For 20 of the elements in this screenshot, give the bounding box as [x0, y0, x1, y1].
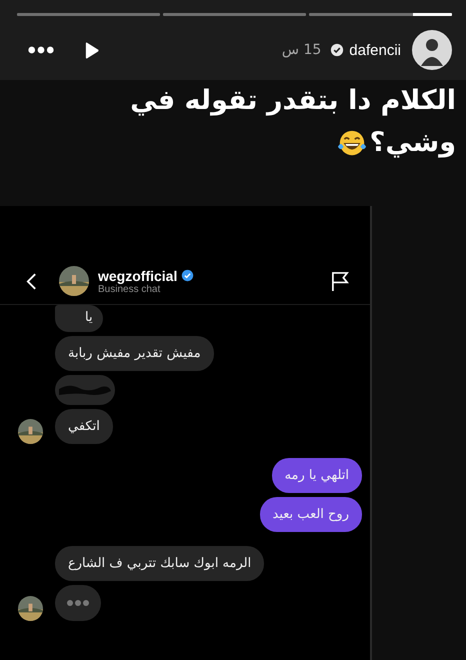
message-bubble: روح العب بعيد	[260, 497, 362, 532]
laughing-face-icon	[336, 128, 367, 158]
message-bubble: اتلهي يا رمه	[272, 458, 362, 493]
message-bubble: الرمه ابوك سابك تتربي ف الشارع	[55, 546, 264, 581]
message-bubble: يا	[55, 305, 103, 332]
message-bubble: مفيش تقدير مفيش ربابة	[55, 336, 214, 371]
scribble-bubble-drawing	[55, 375, 115, 405]
contact-subtitle: Business chat	[98, 284, 160, 294]
typing-indicator-icon	[55, 585, 101, 621]
back-icon	[26, 272, 37, 290]
more-icon[interactable]	[28, 46, 54, 54]
avatar-icon[interactable]	[412, 30, 452, 70]
flag-icon	[331, 270, 350, 292]
post-time: 15 س	[282, 42, 322, 58]
story-caption: الكلام دا بتقدر تقوله في	[130, 84, 456, 118]
story-caption: وشي؟	[370, 126, 456, 160]
play-icon[interactable]	[84, 42, 99, 58]
username[interactable]: dafencii	[349, 42, 401, 58]
message-bubble: اتكفي	[55, 409, 113, 444]
contact-name: wegzofficial	[98, 268, 178, 284]
